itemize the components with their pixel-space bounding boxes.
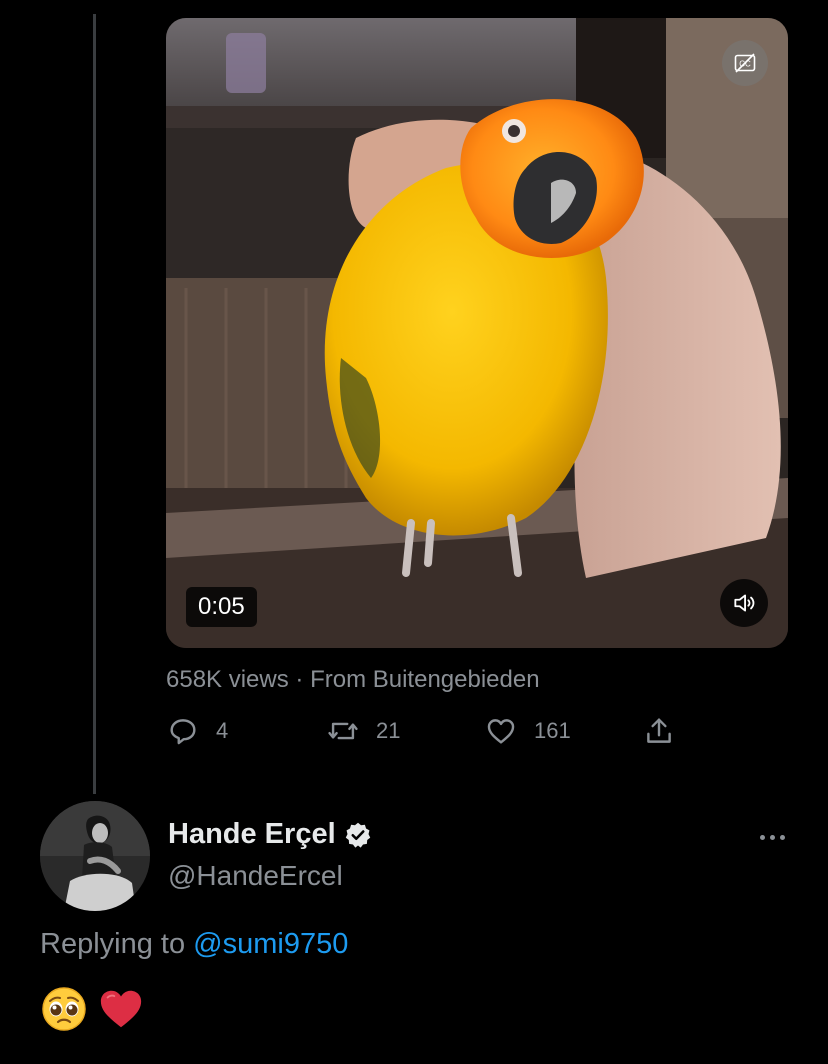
author-handle[interactable]: @HandeErcel xyxy=(168,860,343,892)
like-button[interactable]: 161 xyxy=(484,714,571,748)
view-count: 658K views xyxy=(166,666,289,693)
red-heart-emoji xyxy=(100,990,142,1028)
replying-to-mention[interactable]: @sumi9750 xyxy=(193,928,348,960)
pleading-face-emoji xyxy=(42,987,86,1031)
avatar[interactable] xyxy=(40,801,150,911)
share-icon xyxy=(647,718,671,743)
more-dot-icon xyxy=(769,834,775,840)
video-player[interactable]: CC 0:05 xyxy=(166,18,788,648)
volume-button[interactable] xyxy=(720,579,768,627)
retweet-icon xyxy=(328,722,358,740)
replying-to-line: Replying to @sumi9750 xyxy=(40,928,348,961)
replying-to-prefix: Replying to xyxy=(40,928,186,960)
speaker-icon xyxy=(734,594,755,612)
retweet-button[interactable]: 21 xyxy=(326,714,400,748)
more-dot-icon xyxy=(759,834,765,840)
verified-badge-icon xyxy=(345,822,370,848)
more-dot-icon xyxy=(779,834,785,840)
retweet-count: 21 xyxy=(376,718,401,743)
profile-photo xyxy=(40,801,150,911)
video-source-link[interactable]: From Buitengebieden xyxy=(310,666,539,693)
view-count-line: 658K views · From Buitengebieden xyxy=(166,666,540,694)
like-count: 161 xyxy=(534,718,571,743)
video-duration-badge: 0:05 xyxy=(186,587,257,627)
author-name-row: Hande Erçel xyxy=(168,818,372,851)
reply-icon xyxy=(170,719,196,745)
video-frame-parrot xyxy=(166,18,788,648)
captions-toggle-button[interactable]: CC xyxy=(722,40,768,86)
cc-off-icon: CC xyxy=(734,53,756,73)
share-button[interactable] xyxy=(642,714,676,748)
more-options-button[interactable] xyxy=(752,822,792,852)
thread-connector-line xyxy=(93,14,96,794)
heart-icon xyxy=(487,719,515,744)
tweet-text xyxy=(40,985,144,1033)
author-name[interactable]: Hande Erçel xyxy=(168,818,336,851)
separator-dot: · xyxy=(295,666,304,693)
reply-button[interactable]: 4 xyxy=(166,714,228,748)
reply-count: 4 xyxy=(216,718,229,743)
